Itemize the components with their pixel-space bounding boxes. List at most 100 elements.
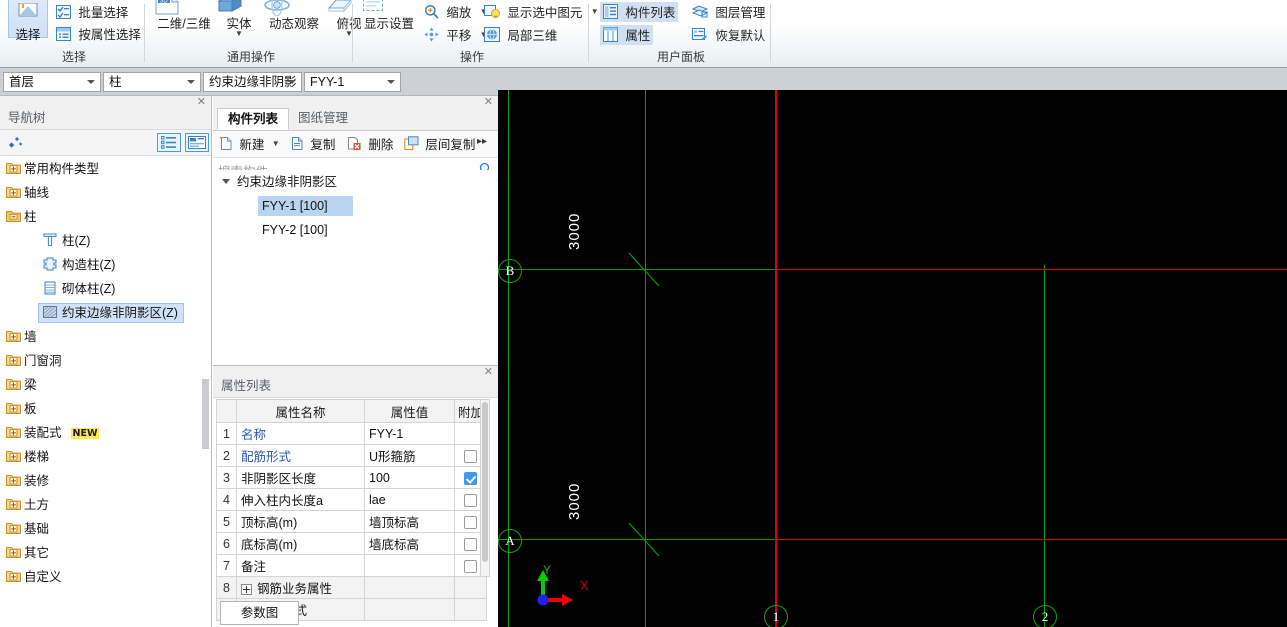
property-scrollbar[interactable]: [480, 399, 490, 577]
local-3d-button[interactable]: 局部三维: [484, 25, 557, 45]
property-name-cell[interactable]: 伸入柱内长度a: [236, 488, 365, 511]
sidebar-item-17[interactable]: 自定义: [0, 565, 211, 589]
attach-checkbox[interactable]: [464, 449, 477, 463]
property-scrollbar-thumb[interactable]: [482, 402, 488, 562]
property-name-cell[interactable]: 非阴影区长度: [236, 466, 365, 489]
component-item[interactable]: FYY-2 [100]: [213, 218, 497, 242]
property-value-cell[interactable]: [364, 554, 455, 577]
property-value-cell[interactable]: 100: [364, 466, 455, 489]
nav-scrollbar-thumb[interactable]: [202, 379, 209, 449]
batch-select-button[interactable]: 批量选择: [56, 2, 128, 22]
property-name-cell[interactable]: 底标高(m): [236, 532, 365, 555]
property-name-cell[interactable]: 备注: [236, 554, 365, 577]
sidebar-item-5[interactable]: 砌体柱(Z): [0, 277, 211, 301]
solid-view-caret[interactable]: ▼: [216, 30, 262, 38]
property-panel-close-icon[interactable]: ✕: [484, 365, 493, 378]
sidebar-item-8[interactable]: 门窗洞: [0, 349, 211, 373]
type-combo[interactable]: 约束边缘非阴影: [203, 72, 302, 92]
property-value-cell[interactable]: lae: [364, 488, 455, 511]
attach-checkbox[interactable]: [464, 515, 477, 529]
component-item[interactable]: FYY-1 [100]: [213, 194, 497, 218]
detail-view-button[interactable]: [185, 133, 209, 152]
folder-plus-icon: [6, 449, 21, 463]
sidebar-item-6[interactable]: 约束边缘非阴影区(Z): [0, 301, 211, 325]
property-value-cell[interactable]: 墙顶标高: [364, 510, 455, 533]
member-combo[interactable]: FYY-1: [304, 72, 401, 92]
table-row[interactable]: 5 顶标高(m) 墙顶标高: [216, 510, 487, 533]
table-row[interactable]: 6 底标高(m) 墙底标高: [216, 532, 487, 555]
category-combo[interactable]: 柱: [103, 72, 201, 92]
expand-plus-icon[interactable]: [241, 584, 252, 596]
property-name-cell[interactable]: 配筋形式: [236, 444, 365, 467]
toolbar-more-icon[interactable]: ▸▸: [477, 136, 487, 156]
zoom-button[interactable]: 缩放 ▼: [424, 2, 488, 22]
copy-component-button[interactable]: 复制: [290, 134, 335, 154]
property-name-cell[interactable]: 顶标高(m): [236, 510, 365, 533]
sidebar-item-2[interactable]: 柱: [0, 205, 211, 229]
attach-checkbox-checked[interactable]: [464, 471, 477, 485]
list-view-button[interactable]: [157, 133, 181, 152]
sidebar-item-13[interactable]: 装修: [0, 469, 211, 493]
nav-scrollbar[interactable]: [201, 157, 210, 627]
view-2d3d-button[interactable]: 3D 二维/三维: [152, 0, 216, 31]
cad-drawing-area[interactable]: B A 1 2 3000 3000 Y X: [498, 90, 1287, 627]
floor-copy-button[interactable]: 层间复制: [404, 134, 475, 154]
parameter-diagram-button[interactable]: 参数图: [220, 601, 299, 625]
dynamic-observe-button[interactable]: 动态观察: [262, 0, 326, 31]
attach-checkbox[interactable]: [464, 493, 477, 507]
property-name-cell[interactable]: 名称: [236, 422, 365, 445]
delete-component-button[interactable]: 删除: [347, 134, 393, 154]
new-component-button[interactable]: 新建 ▼: [219, 134, 280, 154]
floor-combo[interactable]: 首层: [3, 72, 101, 92]
property-name-cell[interactable]: 钢筋业务属性: [236, 576, 365, 599]
ribbon-group-common-label: 通用操作: [226, 50, 275, 64]
attribute-select-button[interactable]: 按属性选择: [56, 24, 141, 44]
property-value-cell[interactable]: 墙底标高: [364, 532, 455, 555]
table-row[interactable]: 2 配筋形式 U形箍筋: [216, 444, 487, 467]
restore-default-button[interactable]: 恢复默认: [692, 25, 765, 45]
component-group[interactable]: 约束边缘非阴影区: [213, 170, 497, 194]
layer-manage-button[interactable]: 图层管理: [692, 2, 765, 22]
expand-arrow-icon[interactable]: [222, 179, 230, 184]
sidebar-item-10[interactable]: 板: [0, 397, 211, 421]
solid-view-button[interactable]: 实体 ▼: [216, 0, 262, 38]
attributes-toggle[interactable]: 属性: [600, 25, 654, 45]
sidebar-item-11[interactable]: 装配式 NEW: [0, 421, 211, 445]
property-value-cell[interactable]: FYY-1: [364, 422, 455, 445]
property-row-index: 7: [216, 554, 237, 577]
table-row[interactable]: 7 备注: [216, 554, 487, 577]
property-value-cell[interactable]: [364, 576, 455, 599]
sidebar-item-0[interactable]: 常用构件类型: [0, 157, 211, 181]
property-row-index: 8: [216, 576, 237, 599]
table-row[interactable]: 1 名称 FYY-1: [216, 422, 487, 445]
tab-component-list[interactable]: 构件列表: [217, 108, 290, 130]
sidebar-item-16[interactable]: 其它: [0, 541, 211, 565]
show-selected-button[interactable]: 显示选中图元 ▼: [484, 2, 599, 22]
table-row[interactable]: 3 非阴影区长度 100: [216, 466, 487, 489]
sidebar-item-9[interactable]: 梁: [0, 373, 211, 397]
component-list-toggle[interactable]: 构件列表: [600, 2, 679, 22]
ucs-x-label: X: [580, 578, 589, 593]
tab-drawing-manage[interactable]: 图纸管理: [288, 108, 358, 130]
attach-checkbox[interactable]: [464, 559, 477, 573]
display-settings-button[interactable]: 显示设置: [358, 0, 420, 31]
attach-checkbox[interactable]: [464, 537, 477, 551]
add-node-icon[interactable]: [7, 136, 23, 150]
sidebar-item-4[interactable]: 构造柱(Z): [0, 253, 211, 277]
property-value-cell[interactable]: U形箍筋: [364, 444, 455, 467]
sidebar-item-14[interactable]: 土方: [0, 493, 211, 517]
hatch-icon: [42, 304, 58, 320]
sidebar-item-12[interactable]: 楼梯: [0, 445, 211, 469]
sidebar-item-15[interactable]: 基础: [0, 517, 211, 541]
sidebar-item-3[interactable]: 柱(Z): [0, 229, 211, 253]
select-button[interactable]: 选择: [8, 0, 48, 42]
table-row[interactable]: 8 钢筋业务属性: [216, 576, 487, 599]
pan-button[interactable]: 平移 ▼: [424, 25, 488, 45]
property-value-cell[interactable]: [364, 598, 455, 621]
sidebar-item-7[interactable]: 墙: [0, 325, 211, 349]
new-component-caret[interactable]: ▼: [272, 139, 280, 148]
table-row[interactable]: 4 伸入柱内长度a lae: [216, 488, 487, 511]
property-panel: ✕ 属性列表 属性名称 属性值 附加 1 名称 FYY-1 2 配筋形式 U形箍筋 3 非阴影区长…: [213, 366, 498, 627]
sidebar-item-1[interactable]: 轴线: [0, 181, 211, 205]
nav-close-icon[interactable]: ✕: [197, 95, 206, 108]
